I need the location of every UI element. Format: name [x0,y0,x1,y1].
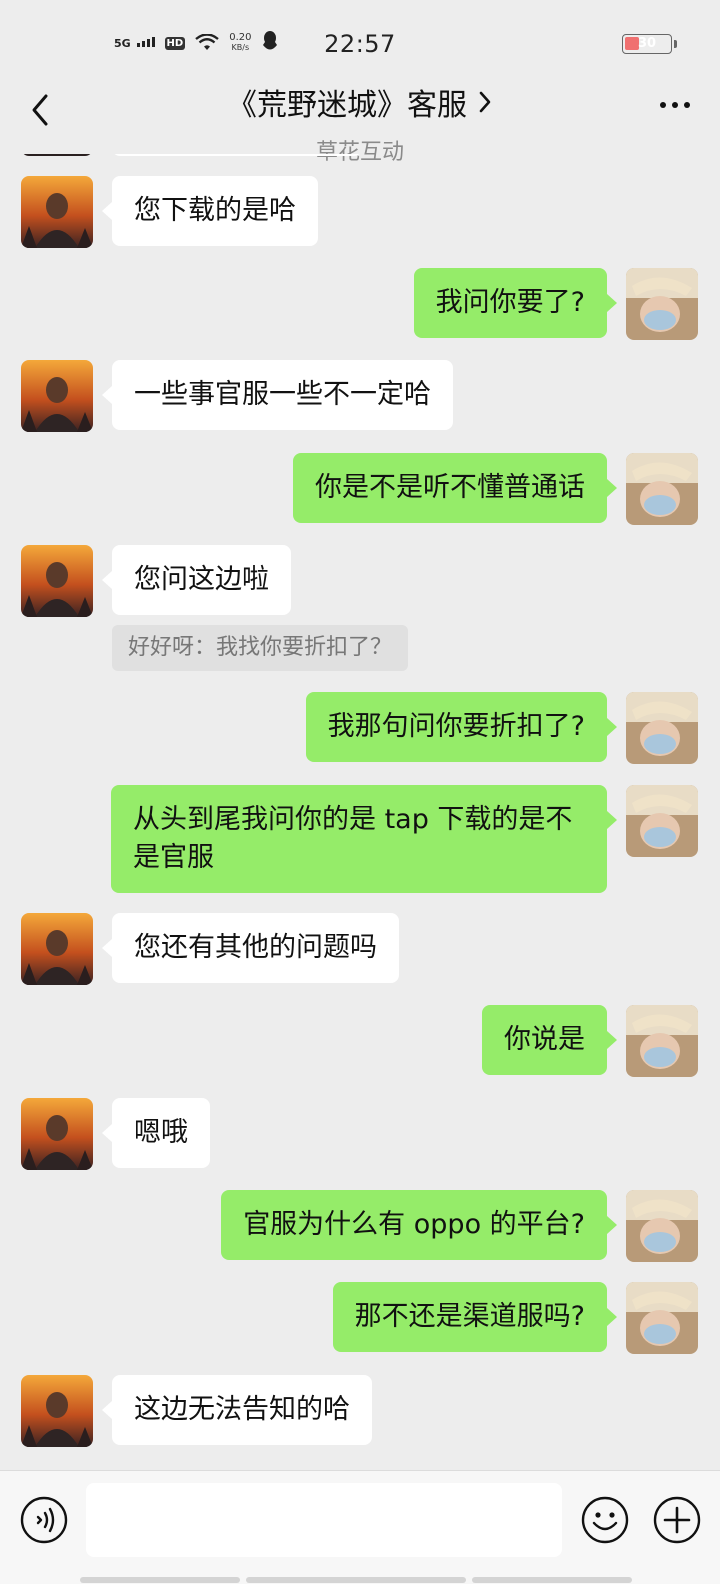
agent-avatar[interactable] [21,176,93,248]
user-avatar[interactable] [626,692,698,764]
user-avatar[interactable] [626,785,698,857]
message-bubble[interactable]: 您下载的是哈 [102,176,318,246]
user-avatar[interactable] [626,453,698,525]
message-bubble[interactable]: 你是不是听不懂普通话 [293,453,617,523]
message-bubble[interactable]: 您还有其他的问题吗 [102,913,399,983]
message-bubble[interactable] [112,154,362,156]
voice-icon [20,1496,68,1544]
plus-button[interactable] [652,1495,702,1545]
message-list[interactable]: 您下载的是哈 我问你要了? 一些事官服一些不一定哈 你是不是听不懂普通话 您问这… [0,154,720,1470]
nav-indicator [246,1577,466,1583]
more-button[interactable] [660,102,690,108]
status-bar: 5G HD 0.20 KB/s 22:57 30 [0,0,720,80]
input-bar [0,1470,720,1584]
emoji-icon [581,1496,629,1544]
message-bubble[interactable]: 嗯哦 [102,1098,210,1168]
message-input[interactable] [86,1483,562,1557]
quoted-message[interactable]: 好好呀：我找你要折扣了？ [112,625,409,671]
battery-icon: 30 [622,34,677,54]
user-avatar[interactable] [626,1005,698,1077]
more-dots-icon [660,102,666,108]
user-avatar[interactable] [626,1190,698,1262]
chevron-right-icon [479,91,491,113]
message-bubble[interactable]: 这边无法告知的哈 [102,1375,372,1445]
message-bubble[interactable]: 一些事官服一些不一定哈 [102,360,453,430]
agent-avatar[interactable] [21,360,93,432]
message-bubble[interactable]: 您问这边啦 [102,545,291,615]
agent-avatar[interactable] [21,913,93,985]
emoji-button[interactable] [580,1495,630,1545]
message-bubble[interactable]: 你说是 [482,1005,617,1075]
nav-indicator [80,1577,240,1583]
plus-icon [653,1496,701,1544]
user-avatar[interactable] [626,268,698,340]
agent-avatar[interactable] [21,545,93,617]
message-bubble[interactable]: 我问你要了? [413,268,618,338]
message-bubble[interactable]: 从头到尾我问你的是 tap 下载的是不是官服 [111,785,617,893]
chat-title[interactable]: 《荒野迷城》客服 [227,80,493,124]
agent-avatar[interactable] [21,1098,93,1170]
message-bubble[interactable]: 官服为什么有 oppo 的平台? [221,1190,617,1260]
chat-header: 《荒野迷城》客服 草花互动 [0,80,720,165]
user-avatar[interactable] [626,1282,698,1354]
agent-avatar[interactable] [21,1375,93,1447]
nav-indicator [472,1577,632,1583]
page-title: 《荒野迷城》客服 [227,88,467,123]
voice-button[interactable] [19,1495,69,1545]
avatar[interactable] [21,154,93,156]
message-bubble[interactable]: 那不还是渠道服吗? [332,1282,618,1352]
clock: 22:57 [324,30,396,58]
message-bubble[interactable]: 我那句问你要折扣了? [305,692,618,762]
